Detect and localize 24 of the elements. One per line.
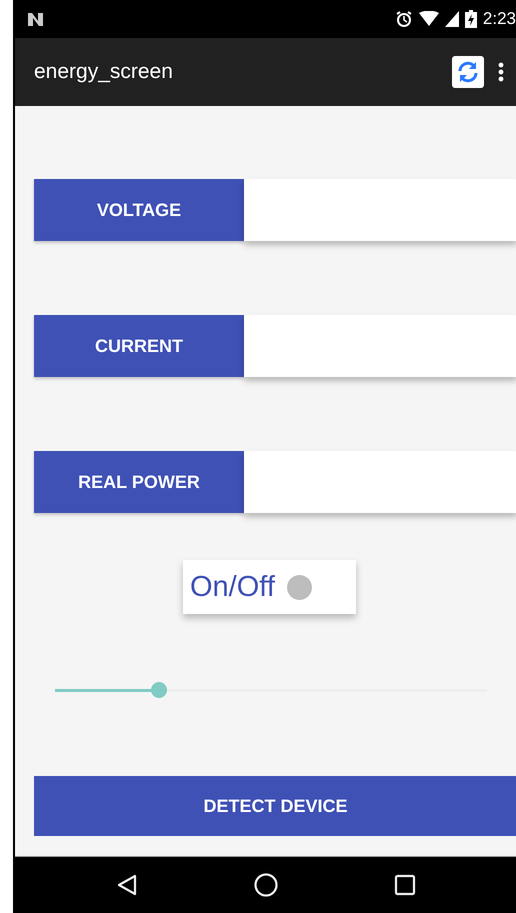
- more-icon: [498, 62, 504, 82]
- detect-device-button[interactable]: DETECT DEVICE: [34, 776, 516, 836]
- slider-thumb[interactable]: [150, 682, 167, 698]
- value-field[interactable]: [244, 315, 516, 377]
- value-field[interactable]: [244, 179, 516, 241]
- alarm-icon: [394, 10, 413, 28]
- wifi-icon: [418, 11, 439, 27]
- signal-icon: [444, 11, 459, 27]
- reading-button[interactable]: VOLTAGE: [34, 179, 244, 241]
- app-title: energy_screen: [34, 60, 173, 84]
- status-time: 2:23: [482, 9, 516, 29]
- refresh-button[interactable]: [452, 56, 484, 88]
- value-field[interactable]: [244, 451, 516, 513]
- switch-toggle[interactable]: [286, 574, 312, 600]
- reading-button[interactable]: REAL POWER: [34, 451, 244, 513]
- refresh-icon: [456, 60, 480, 84]
- home-icon[interactable]: [252, 872, 278, 898]
- more-button[interactable]: [498, 62, 504, 82]
- back-icon[interactable]: [116, 873, 138, 897]
- battery-icon: [464, 10, 477, 28]
- switch-label: On/Off: [190, 570, 275, 604]
- recents-icon[interactable]: [394, 874, 416, 896]
- notification-icon: [27, 11, 45, 27]
- reading-button[interactable]: CURRENT: [34, 315, 244, 377]
